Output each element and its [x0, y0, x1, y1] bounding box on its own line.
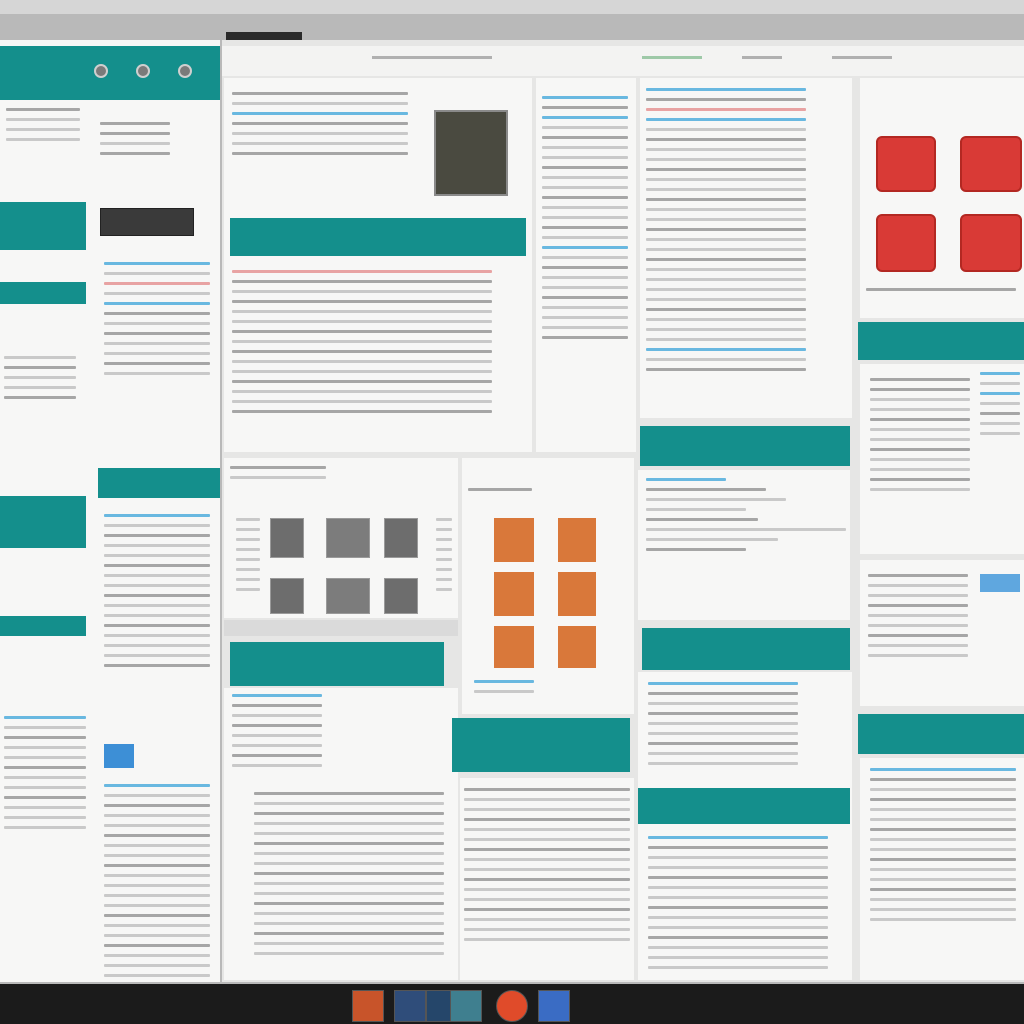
- color-swatch[interactable]: [494, 626, 534, 668]
- content-card-far-right-3: [860, 758, 1024, 980]
- content-card-bottom-left: [224, 688, 458, 980]
- content-card-gallery: [224, 458, 458, 618]
- far-right-text: [870, 378, 970, 498]
- color-swatch[interactable]: [558, 572, 596, 616]
- screen-top-bar: [0, 0, 1024, 14]
- taskbar-app-icon[interactable]: [496, 990, 528, 1022]
- taskbar-app-icon[interactable]: [352, 990, 384, 1022]
- rc-text: [646, 88, 806, 378]
- window-control-icon[interactable]: [136, 64, 150, 78]
- center-right-teal-bar[interactable]: [642, 628, 850, 670]
- content-card-bottom-center-right: [638, 672, 852, 980]
- bcr-text: [648, 682, 798, 772]
- content-card-swatches: [462, 458, 634, 714]
- article-text: [232, 92, 408, 162]
- content-card-center-right-mid: [638, 470, 850, 620]
- far-right-side-text: [980, 372, 1020, 442]
- tiles-caption: [866, 288, 1016, 298]
- gallery-thumbnail[interactable]: [384, 518, 418, 558]
- left-app-header: [0, 46, 220, 100]
- far-right-text-2: [868, 574, 968, 664]
- gallery-thumbnail[interactable]: [326, 578, 370, 614]
- far-right-teal-bar-2[interactable]: [858, 714, 1024, 754]
- color-swatch[interactable]: [558, 518, 596, 562]
- header-text: [832, 56, 892, 59]
- swatches-footer-text: [474, 680, 534, 700]
- content-card-tiles: [860, 78, 1024, 318]
- left-nav-text: [6, 108, 80, 148]
- bottom-center-teal-bar[interactable]: [452, 718, 630, 772]
- right-center-teal-bar[interactable]: [640, 426, 850, 466]
- far-right-badge[interactable]: [980, 574, 1020, 592]
- gallery-thumbnail[interactable]: [384, 578, 418, 614]
- content-card-far-right-2: [860, 560, 1024, 706]
- content-card-far-right: [860, 364, 1024, 554]
- article-body-text: [232, 270, 492, 420]
- color-swatch[interactable]: [494, 518, 534, 562]
- gallery-thumbnail[interactable]: [270, 578, 304, 614]
- window-control-icon[interactable]: [94, 64, 108, 78]
- window-control-icon[interactable]: [178, 64, 192, 78]
- section-label-strip: [224, 620, 458, 636]
- content-card-article: [224, 78, 532, 452]
- bc-text: [464, 788, 630, 948]
- content-card-bottom-center: [460, 778, 634, 980]
- left-list-text: [104, 262, 210, 382]
- far-right-teal-bar[interactable]: [858, 322, 1024, 360]
- header-text: [742, 56, 782, 59]
- taskbar-app-icon[interactable]: [450, 990, 482, 1022]
- article-image: [434, 110, 508, 196]
- left-col-text: [4, 356, 76, 406]
- header-text: [372, 56, 492, 59]
- far-right-text-3: [870, 768, 1016, 928]
- article-teal-banner[interactable]: [230, 218, 526, 256]
- left-col-text-2: [4, 716, 86, 836]
- middle-text: [542, 96, 628, 346]
- left-section-bar[interactable]: [0, 616, 86, 636]
- bl-table-text: [254, 792, 444, 962]
- app-tile[interactable]: [960, 214, 1022, 272]
- app-tile[interactable]: [960, 136, 1022, 192]
- taskbar-app-icon[interactable]: [394, 990, 426, 1022]
- bottom-left-teal-button[interactable]: [230, 642, 444, 686]
- left-section-bar[interactable]: [0, 282, 86, 304]
- left-section-bar[interactable]: [0, 202, 86, 250]
- taskbar-app-icon[interactable]: [538, 990, 570, 1022]
- gallery-thumbnail[interactable]: [326, 518, 370, 558]
- left-app-window: [0, 40, 220, 982]
- left-section-bar[interactable]: [0, 496, 86, 548]
- color-swatch[interactable]: [494, 572, 534, 616]
- gallery-header-text: [230, 466, 326, 486]
- crm-text: [646, 478, 846, 558]
- left-toolbar[interactable]: [100, 208, 194, 236]
- app-tile[interactable]: [876, 136, 936, 192]
- gallery-side-text: [436, 518, 452, 598]
- color-swatch[interactable]: [558, 626, 596, 668]
- left-list-text-3: [104, 784, 210, 982]
- main-header-strip: [222, 46, 1024, 76]
- gallery-thumbnail[interactable]: [270, 518, 304, 558]
- left-badge[interactable]: [104, 744, 134, 768]
- content-card-right-center: [640, 78, 852, 418]
- bottom-center-right-teal-bar[interactable]: [638, 788, 850, 824]
- left-detail-text: [100, 122, 170, 162]
- left-list-text-2: [104, 514, 210, 674]
- gallery-side-text: [236, 518, 260, 598]
- bl-text: [232, 694, 322, 774]
- left-section-bar[interactable]: [98, 468, 220, 498]
- bcr-text-2: [648, 836, 828, 976]
- content-card-middle: [536, 78, 636, 452]
- app-tile[interactable]: [876, 214, 936, 272]
- swatches-header-text: [468, 488, 532, 498]
- header-text: [642, 56, 702, 59]
